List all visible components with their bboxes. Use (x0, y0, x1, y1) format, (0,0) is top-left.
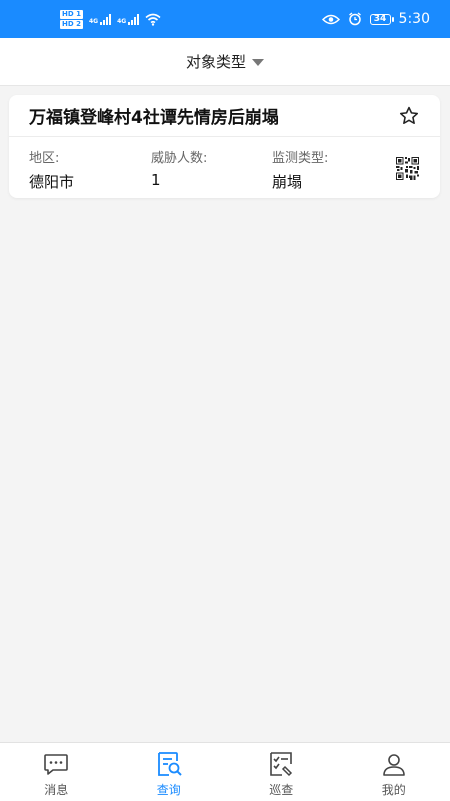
alarm-icon (348, 12, 362, 26)
nav-label: 我的 (382, 781, 406, 798)
nav-item-messages[interactable]: 消息 (0, 743, 113, 801)
status-time: 5:30 (399, 11, 430, 27)
field-label: 地区: (29, 147, 74, 166)
nav-item-mine[interactable]: 我的 (338, 743, 450, 801)
status-bar-right: 34 5:30 (322, 11, 430, 27)
signal-icon-1: 4G (89, 13, 111, 25)
status-bar: HD 1 HD 2 4G 4G 34 5:30 (0, 0, 450, 38)
user-icon (380, 750, 408, 778)
result-card[interactable]: 万福镇登峰村4社谭先情房后崩塌 地区: 德阳市 威胁人数: 1 监测类型: 崩塌 (9, 95, 440, 198)
bottom-nav: 消息 查询 巡查 我的 (0, 742, 450, 801)
nav-label: 消息 (44, 781, 68, 798)
star-icon[interactable] (398, 105, 420, 127)
caret-down-icon (252, 59, 264, 66)
network-label-1: 4G (89, 18, 98, 25)
field-label: 监测类型: (272, 147, 328, 166)
field-value: 德阳市 (29, 171, 74, 192)
page-header: 对象类型 (0, 38, 450, 86)
eye-icon (322, 14, 340, 25)
checklist-icon (267, 750, 295, 778)
chat-icon (42, 750, 70, 778)
nav-item-query[interactable]: 查询 (113, 743, 226, 801)
card-body: 地区: 德阳市 威胁人数: 1 监测类型: 崩塌 (9, 137, 440, 197)
card-title: 万福镇登峰村4社谭先情房后崩塌 (29, 103, 279, 128)
hd-indicator: HD 1 HD 2 (60, 10, 83, 29)
nav-label: 巡查 (269, 781, 293, 798)
field-threat-count: 威胁人数: 1 (151, 147, 207, 189)
hd2-label: HD 2 (60, 20, 83, 29)
signal-icon-2: 4G (117, 13, 139, 25)
qr-code-icon[interactable] (396, 157, 419, 180)
field-region: 地区: 德阳市 (29, 147, 74, 192)
field-monitor-type: 监测类型: 崩塌 (272, 147, 328, 192)
search-doc-icon (155, 750, 183, 778)
battery-level: 34 (374, 14, 387, 24)
field-label: 威胁人数: (151, 147, 207, 166)
nav-label: 查询 (157, 781, 181, 798)
nav-item-patrol[interactable]: 巡查 (225, 743, 338, 801)
object-type-filter[interactable]: 对象类型 (186, 51, 264, 72)
wifi-icon (145, 13, 161, 26)
card-title-row: 万福镇登峰村4社谭先情房后崩塌 (9, 95, 440, 137)
field-value: 崩塌 (272, 171, 328, 192)
filter-label: 对象类型 (186, 51, 246, 72)
network-label-2: 4G (117, 18, 126, 25)
hd1-label: HD 1 (60, 10, 83, 19)
field-value: 1 (151, 171, 207, 189)
battery-icon: 34 (370, 14, 391, 25)
status-bar-left: HD 1 HD 2 4G 4G (60, 10, 161, 29)
